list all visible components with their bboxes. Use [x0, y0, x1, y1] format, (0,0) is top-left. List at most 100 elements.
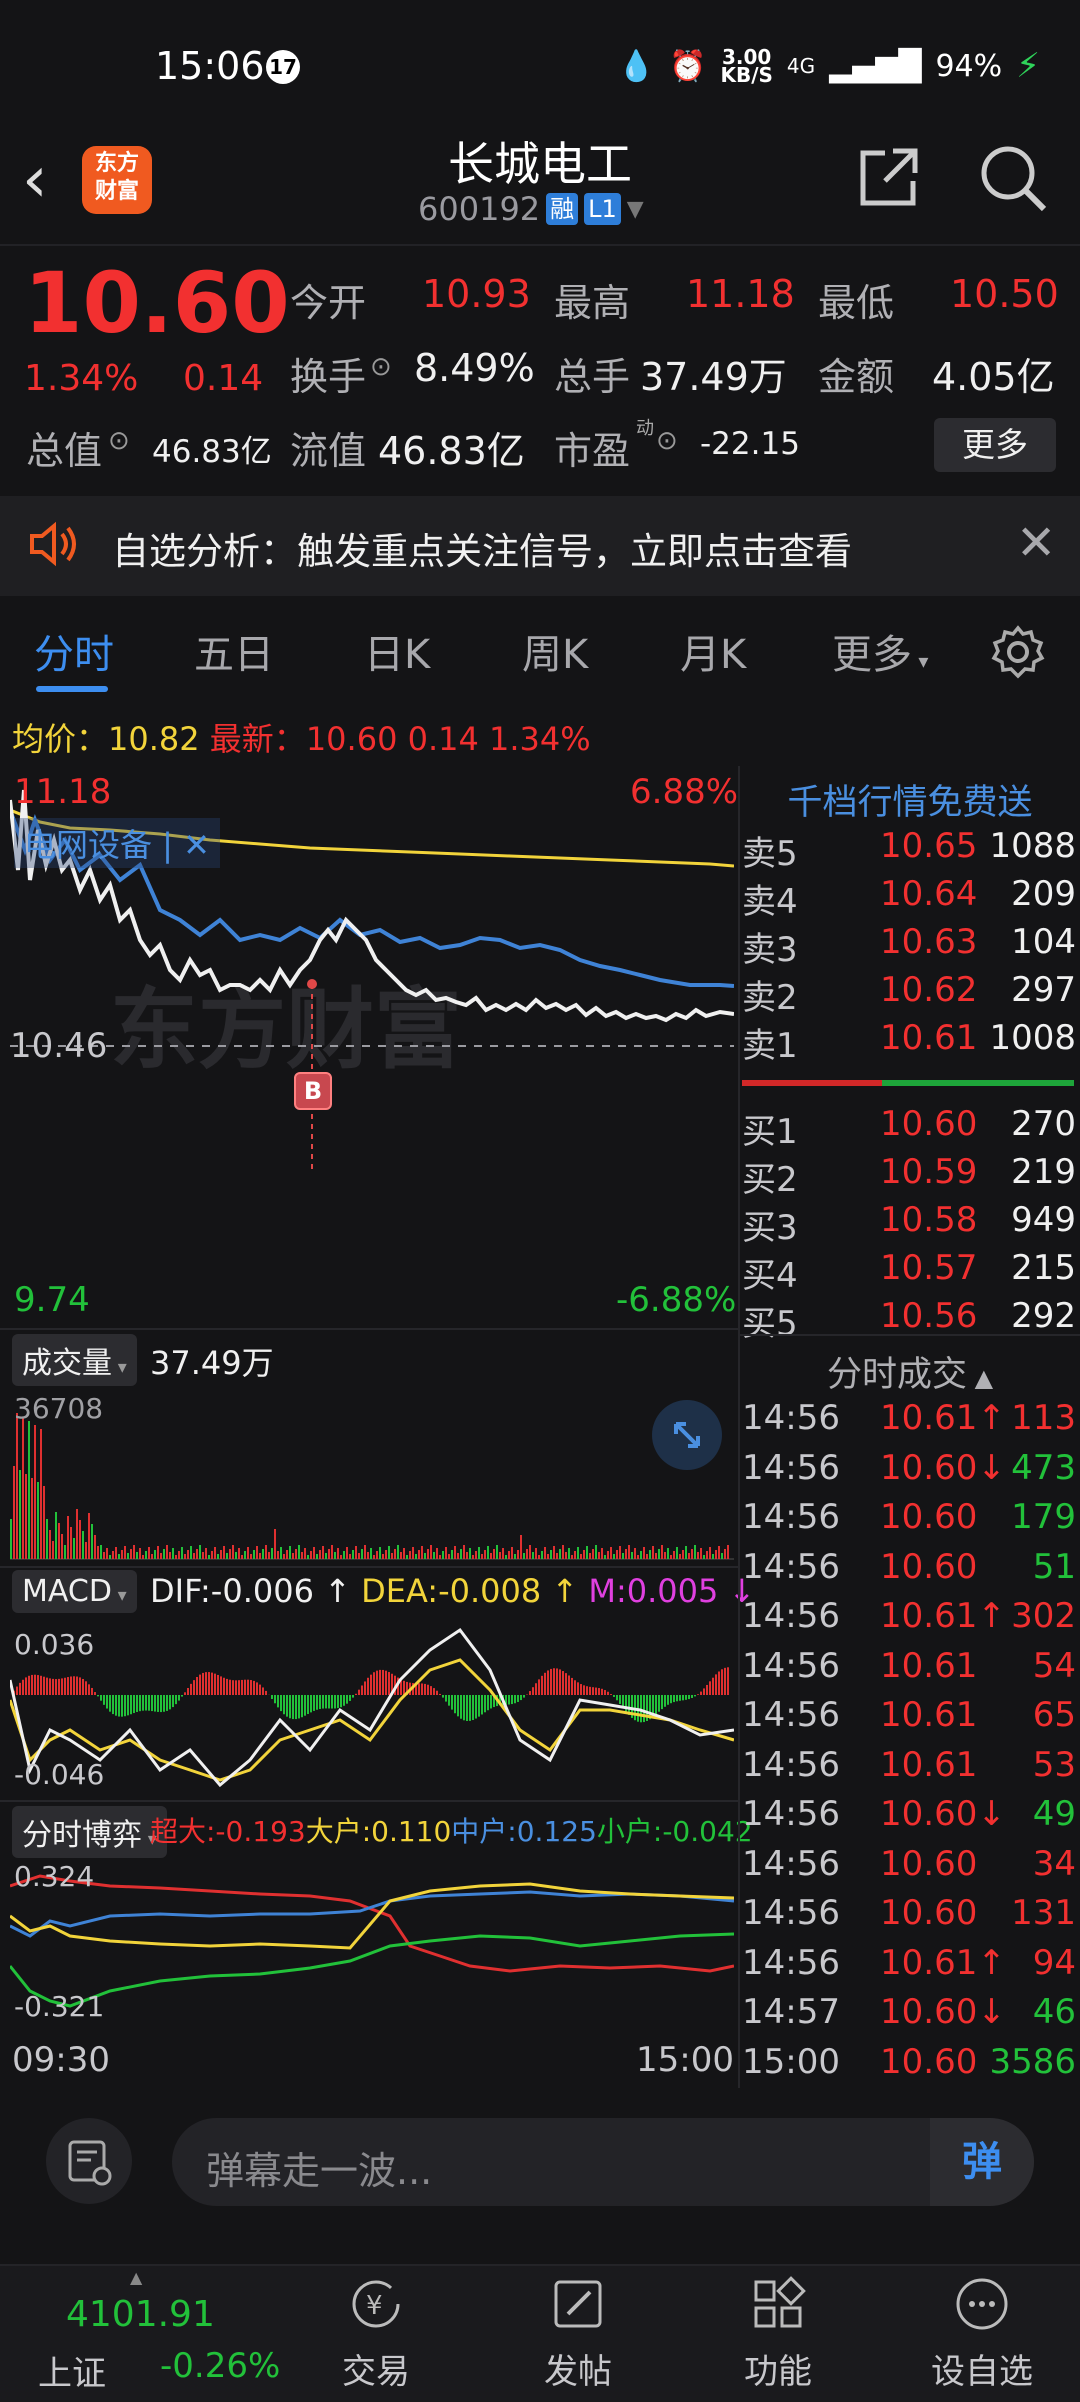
level-volume: 1088	[989, 826, 1076, 866]
volume-bar	[433, 1552, 435, 1559]
info-icon[interactable]: ⊙	[370, 352, 392, 382]
macd-bar	[457, 1695, 459, 1716]
macd-bar	[376, 1671, 378, 1695]
trades-header[interactable]: 分时成交 ▲	[740, 1346, 1080, 1397]
trade-price: 10.60↓	[880, 1992, 1006, 2032]
nav-post[interactable]: 发帖	[518, 2274, 638, 2393]
macd-bar	[478, 1695, 480, 1717]
ask-level[interactable]: 卖310.63104	[742, 922, 1076, 970]
ask-level[interactable]: 卖210.62297	[742, 970, 1076, 1018]
nav-functions[interactable]: 功能	[718, 2274, 838, 2393]
volume-bar	[553, 1546, 555, 1559]
macd-bar	[37, 1675, 39, 1695]
level-label: 买1	[742, 1104, 798, 1153]
level-price: 10.60	[880, 1104, 977, 1144]
macd-selector[interactable]: MACD ▾	[12, 1570, 137, 1613]
volume-bar	[337, 1548, 339, 1559]
volume-bar	[190, 1546, 192, 1559]
gear-icon[interactable]	[990, 624, 1046, 680]
macd-bar	[316, 1695, 318, 1710]
level-label: 买2	[742, 1152, 798, 1201]
sector-tag[interactable]: 电网设备 | ✕	[14, 818, 220, 868]
tab-more[interactable]: 更多 ▾	[832, 622, 928, 680]
level-label: 买4	[742, 1248, 798, 1297]
info-icon[interactable]: ⊙	[108, 426, 130, 456]
share-icon[interactable]	[855, 145, 921, 211]
danmaku-button[interactable]: 弹	[930, 2118, 1034, 2206]
capital-flow-selector[interactable]: 分时博弈 ▾	[12, 1806, 167, 1858]
volume-bar	[436, 1548, 438, 1559]
index-value[interactable]: 4101.91	[66, 2294, 215, 2335]
more-button[interactable]: 更多	[934, 418, 1056, 472]
macd-bar	[67, 1677, 69, 1695]
macd-bar	[676, 1695, 678, 1701]
macd-high-label: 0.036	[14, 1628, 94, 1661]
ask-level[interactable]: 卖410.64209	[742, 874, 1076, 922]
signal-bars-icon: ▂▄▆█	[829, 49, 921, 84]
ask-level[interactable]: 卖510.651088	[742, 826, 1076, 874]
volume-selector[interactable]: 成交量 ▾	[12, 1334, 137, 1386]
bid-level[interactable]: 买510.56292	[742, 1296, 1076, 1344]
tab-intraday[interactable]: 分时	[34, 622, 114, 680]
macd-bar	[340, 1695, 342, 1707]
volume-bar	[91, 1524, 93, 1559]
buy-marker[interactable]: B	[294, 1072, 332, 1110]
level-volume: 1008	[989, 1018, 1076, 1058]
tab-daily-k[interactable]: 日K	[364, 622, 430, 680]
pct-high-label: 6.88%	[630, 772, 738, 812]
macd-chart[interactable]	[10, 1620, 734, 1790]
volume-bar	[373, 1555, 375, 1559]
volume-bar	[274, 1529, 276, 1559]
price-high-label: 11.18	[14, 772, 111, 812]
bid-level[interactable]: 买210.59219	[742, 1152, 1076, 1200]
level-volume: 949	[1011, 1200, 1076, 1240]
volume-bar	[58, 1523, 60, 1559]
search-icon[interactable]	[978, 143, 1048, 213]
level-price: 10.64	[880, 874, 977, 914]
volume-bar	[529, 1545, 531, 1559]
bid-level[interactable]: 买410.57215	[742, 1248, 1076, 1296]
nav-add-watchlist[interactable]: 设自选	[922, 2274, 1042, 2393]
level-price: 10.62	[880, 970, 977, 1010]
macd-bar	[538, 1679, 540, 1695]
nav-trade[interactable]: ¥ 交易	[316, 2274, 436, 2393]
macd-bar	[439, 1694, 441, 1695]
bid-level[interactable]: 买310.58949	[742, 1200, 1076, 1248]
float-cap-label: 流值	[290, 420, 366, 475]
macd-bar	[283, 1695, 285, 1714]
capital-flow-chart[interactable]	[10, 1856, 734, 2026]
volume-bar	[76, 1509, 78, 1559]
volume-bar	[535, 1548, 537, 1559]
volume-bar	[10, 1519, 12, 1559]
trade-price: 10.60	[880, 1547, 977, 1587]
ask-level[interactable]: 卖110.611008	[742, 1018, 1076, 1066]
volume-bar	[583, 1550, 585, 1559]
stock-code-row[interactable]: 600192 融 L1 ▼	[418, 190, 644, 228]
macd-bar	[196, 1677, 198, 1695]
volume-bar	[349, 1554, 351, 1559]
order-book-promo[interactable]: 千档行情免费送	[740, 774, 1080, 825]
macd-bar	[679, 1695, 681, 1701]
trade-time: 14:56	[742, 1646, 840, 1686]
tab-5day[interactable]: 五日	[194, 622, 274, 680]
index-name[interactable]: 上证	[38, 2346, 106, 2395]
volume-bar	[112, 1551, 114, 1559]
comment-settings-button[interactable]	[46, 2118, 132, 2204]
macd-bar	[16, 1687, 18, 1695]
macd-bar	[418, 1683, 420, 1695]
index-change[interactable]: -0.26%	[160, 2346, 280, 2386]
volume-bar	[199, 1545, 201, 1559]
float-cap-value: 46.83亿	[378, 420, 525, 475]
volume-bar	[205, 1548, 207, 1559]
volume-bar	[82, 1531, 84, 1559]
expand-button[interactable]	[652, 1400, 722, 1470]
trade-row: 14:5610.6034	[742, 1844, 1076, 1892]
tab-monthly-k[interactable]: 月K	[680, 622, 746, 680]
bid-level[interactable]: 买110.60270	[742, 1104, 1076, 1152]
macd-bar	[556, 1668, 558, 1695]
close-icon[interactable]: ✕	[1016, 515, 1056, 571]
tab-weekly-k[interactable]: 周K	[522, 622, 588, 680]
info-icon[interactable]: ⊙	[656, 426, 678, 456]
volume-bar	[580, 1554, 582, 1559]
volume-chart[interactable]	[10, 1390, 734, 1560]
